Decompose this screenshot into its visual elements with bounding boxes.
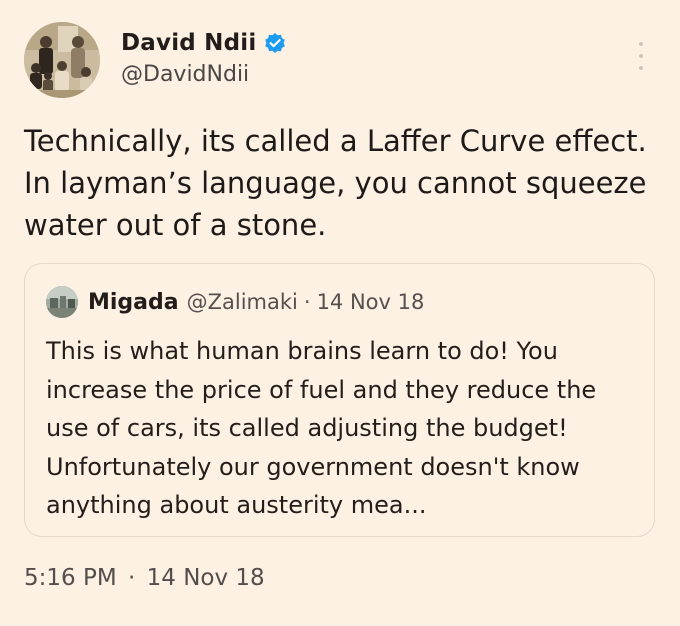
quoted-author-handle[interactable]: @Zalimaki [187, 290, 298, 314]
avatar-photo-icon [24, 22, 100, 98]
verified-badge-icon [264, 32, 286, 54]
quoted-tweet-header: Migada @Zalimaki · 14 Nov 18 [46, 286, 424, 318]
quoted-tweet[interactable]: Migada @Zalimaki · 14 Nov 18 This is wha… [24, 263, 655, 537]
author-names: David Ndii @DavidNdii [121, 26, 286, 87]
tweet-timestamp: 5:16 PM · 14 Nov 18 [24, 565, 265, 591]
tweet-date[interactable]: 14 Nov 18 [147, 565, 265, 591]
author-handle[interactable]: @DavidNdii [121, 62, 286, 87]
quoted-tweet-text: This is what human brains learn to do! Y… [46, 337, 597, 519]
author-display-name[interactable]: David Ndii [121, 30, 256, 56]
quoted-avatar-photo-icon [46, 286, 78, 318]
quoted-meta-separator: · [303, 290, 311, 314]
more-options-icon[interactable] [636, 42, 646, 70]
tweet-card: David Ndii @DavidNdii Technically, its c… [0, 0, 680, 626]
quoted-author-avatar[interactable] [46, 286, 78, 318]
timestamp-separator: · [128, 565, 136, 591]
tweet-time[interactable]: 5:16 PM [24, 565, 117, 591]
quoted-tweet-date[interactable]: 14 Nov 18 [317, 290, 425, 314]
display-name-row: David Ndii [121, 26, 286, 60]
author-avatar[interactable] [24, 22, 100, 98]
quoted-author-display-name[interactable]: Migada [88, 290, 179, 315]
tweet-text: Technically, its called a Laffer Curve e… [24, 124, 666, 242]
tweet-header: David Ndii @DavidNdii [24, 22, 656, 102]
